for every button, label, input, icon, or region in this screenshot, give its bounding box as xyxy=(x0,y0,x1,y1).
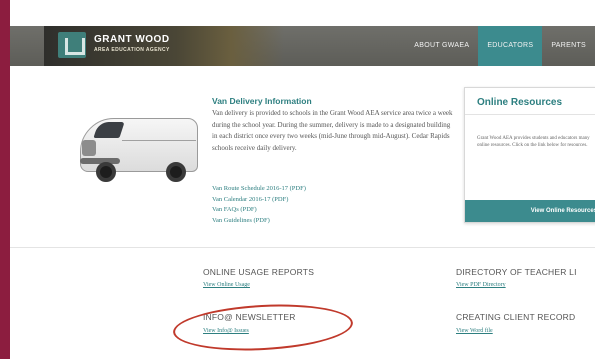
van-wheel-front xyxy=(96,162,116,182)
van-delivery-title: Van Delivery Information xyxy=(212,96,312,106)
view-online-resources-button[interactable]: View Online Resources xyxy=(465,200,595,222)
highlight-annotation xyxy=(171,300,355,355)
logo-subtitle: AREA EDUCATION AGENCY xyxy=(94,47,170,53)
online-resources-text: Grant Wood AEA provides students and edu… xyxy=(477,136,590,148)
online-resources-title: Online Resources xyxy=(477,97,563,108)
van-trim xyxy=(122,140,196,141)
nav-educators[interactable]: EDUCATORS xyxy=(478,26,543,66)
main-nav: ABOUT GWAEA EDUCATORS PARENTS xyxy=(405,26,595,66)
van-guidelines-link[interactable]: Van Guidelines (PDF) xyxy=(212,216,306,227)
van-calendar-link[interactable]: Van Calendar 2016-17 (PDF) xyxy=(212,195,306,206)
van-route-schedule-link[interactable]: Van Route Schedule 2016-17 (PDF) xyxy=(212,184,306,195)
van-wheel-rear xyxy=(166,162,186,182)
view-word-file-link[interactable]: View Word file xyxy=(456,328,493,334)
logo[interactable]: GRANT WOOD AREA EDUCATION AGENCY xyxy=(44,26,284,66)
view-online-usage-link[interactable]: View Online Usage xyxy=(203,282,250,288)
nav-parents[interactable]: PARENTS xyxy=(542,26,595,66)
view-pdf-directory-link[interactable]: View PDF Directory xyxy=(456,282,506,288)
section-divider xyxy=(10,247,595,248)
van-faqs-link[interactable]: Van FAQs (PDF) xyxy=(212,205,306,216)
online-resources-card: Online Resources Grant Wood AEA provides… xyxy=(464,87,595,223)
online-usage-heading: ONLINE USAGE REPORTS xyxy=(203,267,315,277)
logo-mark-icon xyxy=(58,32,86,58)
logo-name: GRANT WOOD xyxy=(94,34,170,45)
card-divider xyxy=(465,114,595,115)
van-grill xyxy=(82,140,96,156)
nav-about[interactable]: ABOUT GWAEA xyxy=(405,26,478,66)
van-delivery-description: Van delivery is provided to schools in t… xyxy=(212,109,453,152)
directory-heading: DIRECTORY OF TEACHER LI xyxy=(456,267,577,277)
van-links: Van Route Schedule 2016-17 (PDF) Van Cal… xyxy=(212,184,306,226)
page: GRANT WOOD AREA EDUCATION AGENCY ABOUT G… xyxy=(10,0,595,359)
client-record-heading: CREATING CLIENT RECORD xyxy=(456,312,576,322)
site-header: GRANT WOOD AREA EDUCATION AGENCY ABOUT G… xyxy=(10,26,595,66)
